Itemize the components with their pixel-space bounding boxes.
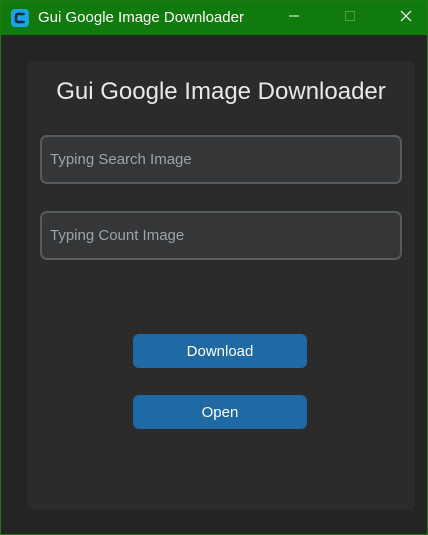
minimize-button[interactable]	[271, 1, 317, 35]
customtkinter-logo-icon	[11, 9, 29, 27]
main-panel: Gui Google Image Downloader Download Ope…	[27, 61, 415, 510]
app-window: Gui Google Image Downloader Gui Google I…	[0, 0, 428, 535]
minimize-icon	[288, 9, 300, 27]
close-icon	[400, 9, 412, 27]
open-button[interactable]: Open	[133, 395, 307, 429]
search-input[interactable]	[40, 135, 402, 184]
download-button[interactable]: Download	[133, 334, 307, 368]
maximize-icon	[344, 9, 356, 27]
count-input[interactable]	[40, 211, 402, 260]
page-title: Gui Google Image Downloader	[56, 78, 386, 105]
close-button[interactable]	[383, 1, 428, 35]
window-title: Gui Google Image Downloader	[38, 9, 244, 26]
title-bar[interactable]: Gui Google Image Downloader	[1, 1, 427, 35]
maximize-button[interactable]	[327, 1, 373, 35]
